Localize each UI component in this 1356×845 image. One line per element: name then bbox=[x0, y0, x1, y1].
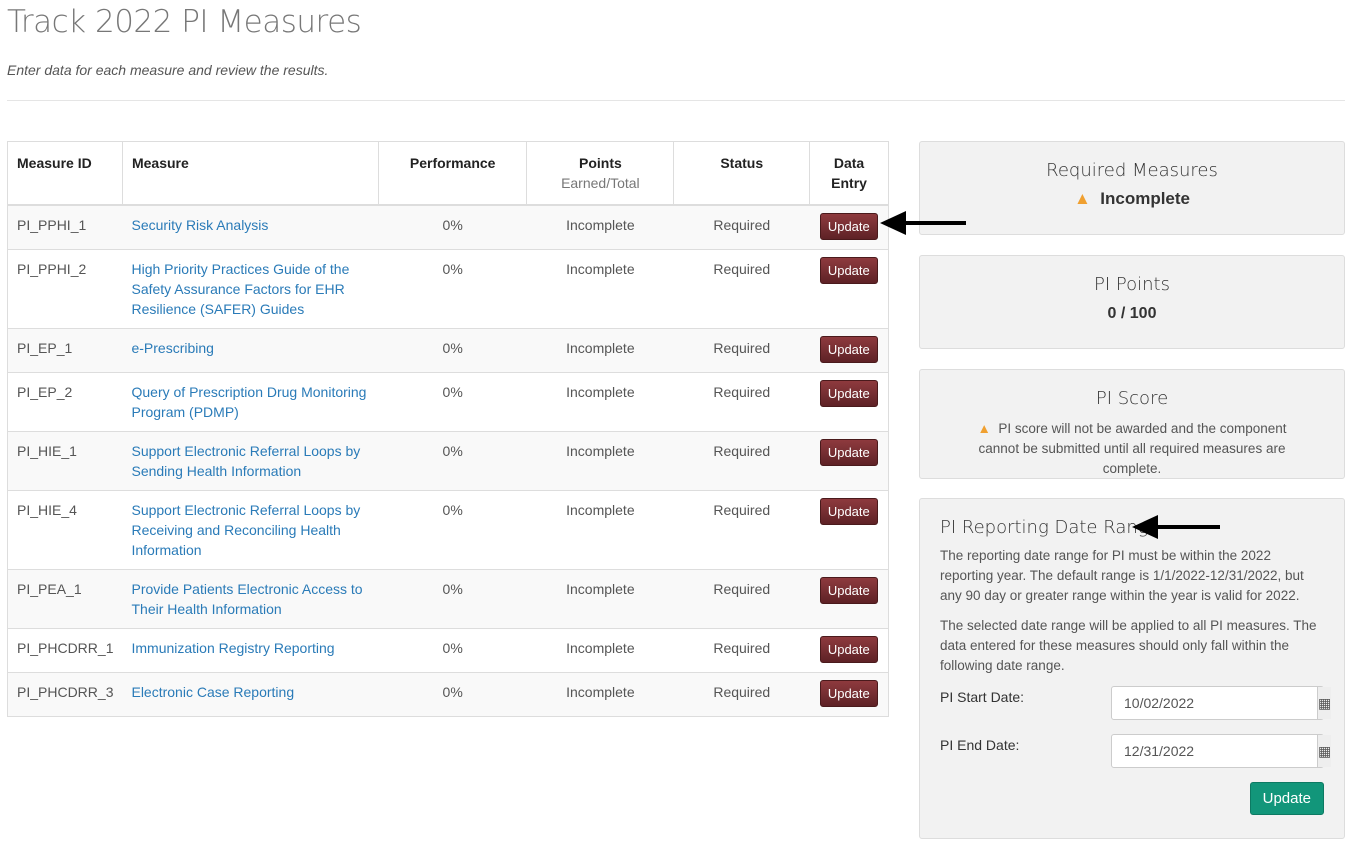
performance: 0% bbox=[378, 249, 527, 329]
measure-link[interactable]: Immunization Registry Reporting bbox=[131, 640, 334, 656]
table-row: PI_PPHI_2 High Priority Practices Guide … bbox=[7, 249, 889, 329]
header-points-sub: Earned/Total bbox=[561, 175, 640, 191]
table-row: PI_HIE_4 Support Electronic Referral Loo… bbox=[7, 490, 889, 570]
measure-link[interactable]: Electronic Case Reporting bbox=[131, 684, 294, 700]
update-button[interactable]: Update bbox=[819, 380, 878, 407]
performance: 0% bbox=[378, 628, 527, 673]
measure-link[interactable]: Support Electronic Referral Loops by Sen… bbox=[131, 443, 360, 479]
table-row: PI_PPHI_1 Security Risk Analysis 0% Inco… bbox=[7, 204, 889, 250]
performance: 0% bbox=[378, 372, 527, 432]
warning-icon: ▲ bbox=[1073, 189, 1091, 208]
status: Required bbox=[673, 431, 810, 491]
header-performance: Performance bbox=[378, 141, 527, 206]
pi-points-value: 0 / 100 bbox=[1107, 305, 1157, 322]
table-row: PI_PEA_1 Provide Patients Electronic Acc… bbox=[7, 569, 889, 629]
pi-score-message: PI score will not be awarded and the com… bbox=[978, 421, 1287, 476]
performance: 0% bbox=[378, 490, 527, 570]
update-button[interactable]: Update bbox=[819, 577, 878, 604]
pi-score-panel: PI Score ▲ PI score will not be awarded … bbox=[919, 369, 1345, 479]
status: Required bbox=[673, 672, 810, 717]
date-range-panel: PI Reporting Date Range The reporting da… bbox=[919, 498, 1345, 839]
start-date-input[interactable] bbox=[1112, 687, 1317, 719]
status: Required bbox=[673, 249, 810, 329]
header-status: Status bbox=[673, 141, 810, 206]
status: Required bbox=[673, 328, 810, 373]
update-button[interactable]: Update bbox=[819, 439, 878, 466]
performance: 0% bbox=[378, 569, 527, 629]
measure-id: PI_HIE_1 bbox=[7, 431, 123, 491]
table-row: PI_EP_2 Query of Prescription Drug Monit… bbox=[7, 372, 889, 432]
update-button[interactable]: Update bbox=[819, 636, 878, 663]
pi-score-title: PI Score bbox=[1095, 388, 1169, 409]
pi-points-panel: PI Points 0 / 100 bbox=[919, 255, 1345, 349]
table-row: PI_PHCDRR_3 Electronic Case Reporting 0%… bbox=[7, 672, 889, 717]
points: Incomplete bbox=[526, 569, 674, 629]
table-header: Measure ID Measure Performance Points Ear… bbox=[7, 141, 889, 206]
measure-id: PI_EP_2 bbox=[7, 372, 123, 432]
warning-icon: ▲ bbox=[977, 421, 991, 436]
date-range-description: The reporting date range for PI must be … bbox=[940, 548, 1304, 603]
header-points: Points Earned/Total bbox=[526, 141, 674, 206]
measure-link[interactable]: Support Electronic Referral Loops by Rec… bbox=[131, 502, 360, 558]
required-status: Incomplete bbox=[1100, 189, 1191, 208]
header-data-entry: Data Entry bbox=[809, 141, 889, 206]
measure-id: PI_PEA_1 bbox=[7, 569, 123, 629]
measure-link[interactable]: Provide Patients Electronic Access to Th… bbox=[131, 581, 362, 617]
status: Required bbox=[673, 628, 810, 673]
points: Incomplete bbox=[526, 628, 674, 673]
points: Incomplete bbox=[526, 490, 674, 570]
header-measure: Measure bbox=[121, 141, 379, 206]
performance: 0% bbox=[378, 204, 527, 250]
divider bbox=[7, 100, 1345, 101]
measure-id: PI_HIE_4 bbox=[7, 490, 123, 570]
measure-id: PI_PPHI_2 bbox=[7, 249, 123, 329]
points: Incomplete bbox=[526, 431, 674, 491]
status: Required bbox=[673, 490, 810, 570]
calendar-icon[interactable]: ▦ bbox=[1317, 687, 1332, 719]
measure-id: PI_EP_1 bbox=[7, 328, 123, 373]
update-date-range-button[interactable]: Update bbox=[1249, 782, 1324, 815]
measure-link[interactable]: e-Prescribing bbox=[131, 340, 213, 356]
page-title: Track 2022 PI Measures bbox=[7, 4, 362, 40]
measure-id: PI_PHCDRR_1 bbox=[7, 628, 123, 673]
pi-points-title: PI Points bbox=[1094, 274, 1170, 295]
update-button[interactable]: Update bbox=[819, 680, 878, 707]
points: Incomplete bbox=[526, 672, 674, 717]
annotation-arrow bbox=[880, 211, 966, 235]
performance: 0% bbox=[378, 672, 527, 717]
start-date-label: PI Start Date: bbox=[940, 689, 1025, 705]
date-range-note: The selected date range will be applied … bbox=[940, 618, 1317, 673]
measure-link[interactable]: Security Risk Analysis bbox=[131, 217, 268, 233]
status: Required bbox=[673, 204, 810, 250]
points: Incomplete bbox=[526, 328, 674, 373]
page-subtitle: Enter data for each measure and review t… bbox=[7, 62, 329, 78]
measure-id: PI_PPHI_1 bbox=[7, 204, 123, 250]
status: Required bbox=[673, 569, 810, 629]
measures-table: Measure ID Measure Performance Points Ear… bbox=[7, 141, 889, 717]
measure-link[interactable]: Query of Prescription Drug Monitoring Pr… bbox=[131, 384, 366, 420]
measure-id: PI_PHCDRR_3 bbox=[7, 672, 123, 717]
header-measure-id: Measure ID bbox=[7, 141, 123, 206]
end-date-label: PI End Date: bbox=[940, 737, 1020, 753]
measure-link[interactable]: High Priority Practices Guide of the Saf… bbox=[131, 261, 349, 317]
table-row: PI_EP_1 e-Prescribing 0% Incomplete Requ… bbox=[7, 328, 889, 373]
update-button[interactable]: Update bbox=[819, 257, 878, 284]
table-row: PI_PHCDRR_1 Immunization Registry Report… bbox=[7, 628, 889, 673]
required-measures-panel: Required Measures ▲ Incomplete bbox=[919, 141, 1345, 235]
points: Incomplete bbox=[526, 249, 674, 329]
calendar-icon[interactable]: ▦ bbox=[1317, 735, 1332, 767]
performance: 0% bbox=[378, 328, 527, 373]
update-button[interactable]: Update bbox=[819, 498, 878, 525]
header-points-label: Points bbox=[578, 155, 622, 171]
required-measures-title: Required Measures bbox=[1046, 160, 1218, 181]
annotation-arrow bbox=[1132, 515, 1220, 539]
update-button[interactable]: Update bbox=[819, 336, 878, 363]
update-button[interactable]: Update bbox=[819, 213, 878, 240]
table-row: PI_HIE_1 Support Electronic Referral Loo… bbox=[7, 431, 889, 491]
points: Incomplete bbox=[526, 372, 674, 432]
points: Incomplete bbox=[526, 204, 674, 250]
status: Required bbox=[673, 372, 810, 432]
end-date-input[interactable] bbox=[1112, 735, 1317, 767]
performance: 0% bbox=[378, 431, 527, 491]
